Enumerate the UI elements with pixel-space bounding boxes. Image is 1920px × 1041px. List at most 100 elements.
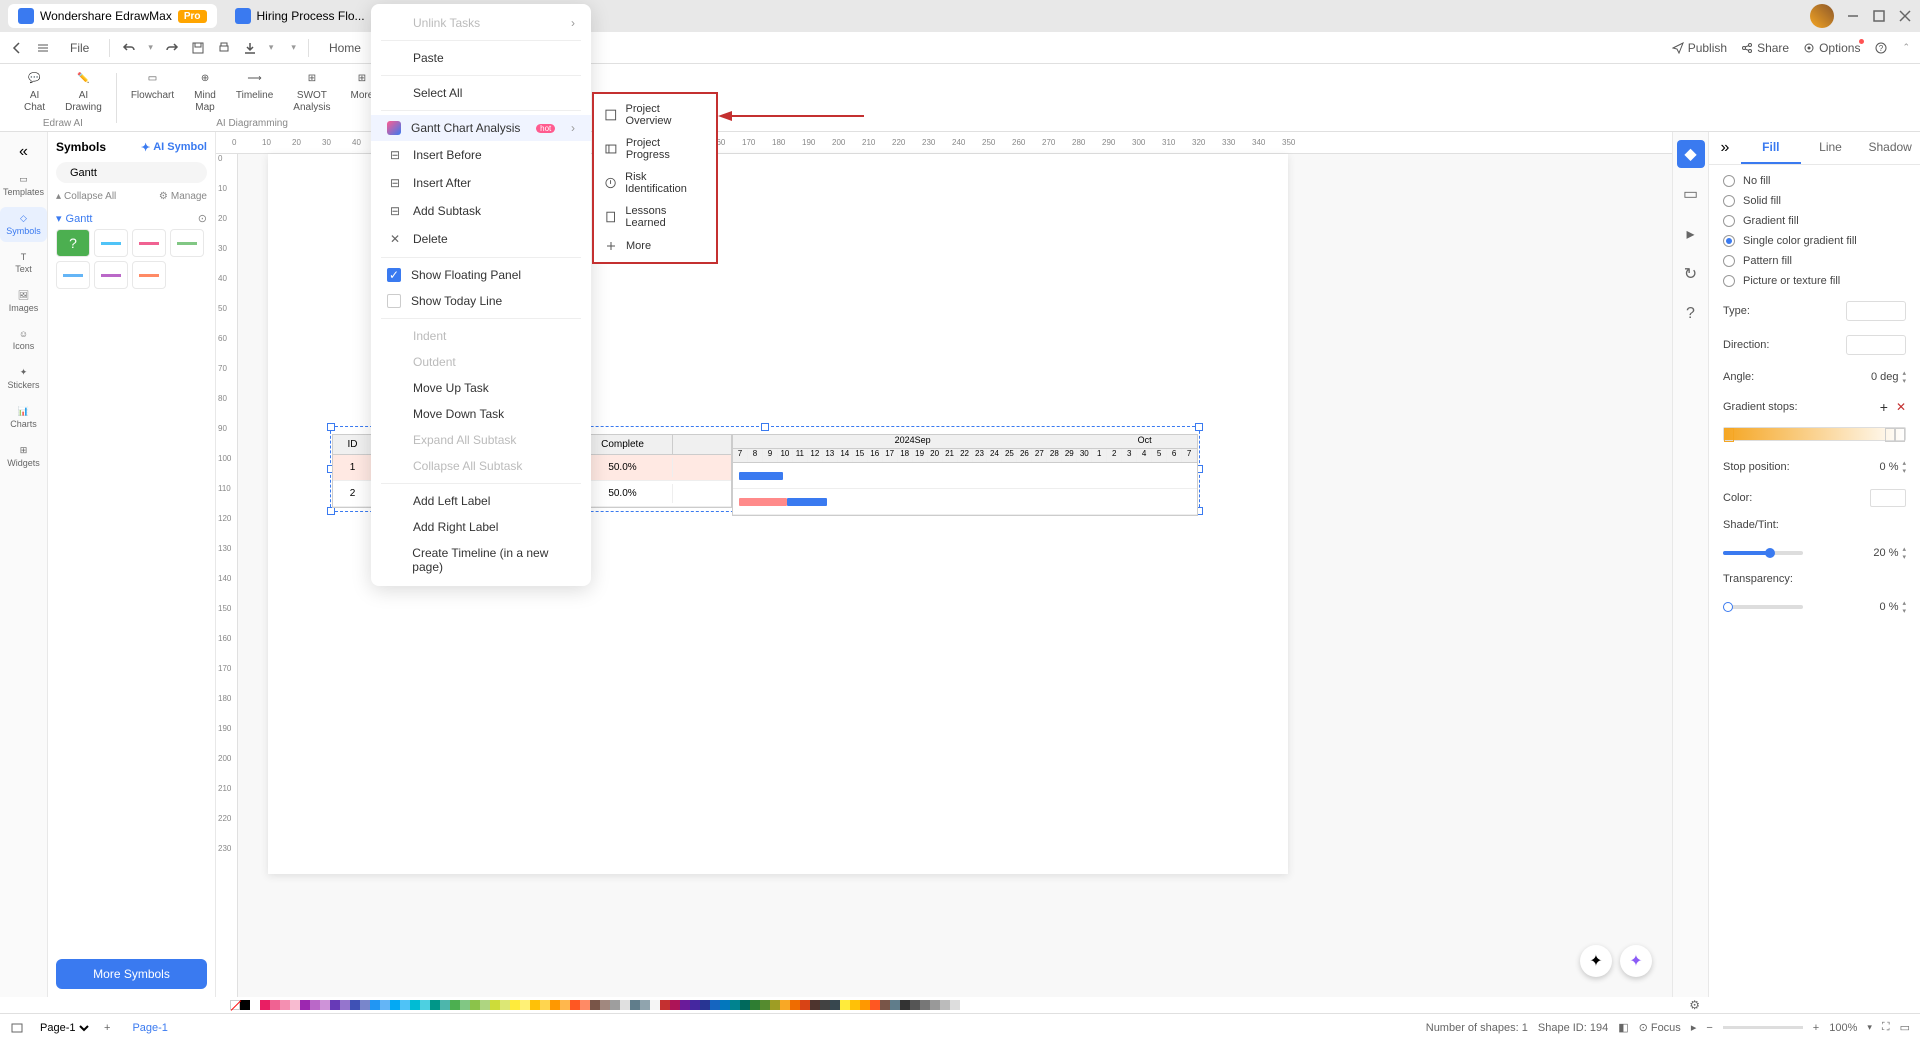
color-chip[interactable] [250, 1000, 260, 1010]
maximize-icon[interactable] [1872, 9, 1886, 23]
add-stop-icon[interactable]: + [1880, 399, 1888, 415]
zoom-out-icon[interactable]: − [1706, 1022, 1712, 1034]
single-gradient-radio[interactable]: Single color gradient fill [1723, 235, 1906, 247]
ai-symbol-link[interactable]: ✦ AI Symbol [141, 141, 207, 154]
color-chip[interactable] [860, 1000, 870, 1010]
stop-stepper[interactable]: ▴▾ [1902, 459, 1906, 475]
timeline-button[interactable]: ⟶Timeline [226, 66, 283, 116]
search-box[interactable]: ✕ [56, 162, 207, 183]
color-chip[interactable] [930, 1000, 940, 1010]
color-chip[interactable] [500, 1000, 510, 1010]
pattern-fill-radio[interactable]: Pattern fill [1723, 255, 1906, 267]
collapse-rail-icon[interactable]: « [12, 140, 36, 164]
print-icon[interactable] [217, 41, 231, 55]
zoom-slider[interactable] [1723, 1026, 1803, 1029]
color-chip[interactable] [520, 1000, 530, 1010]
color-chip[interactable] [910, 1000, 920, 1010]
play-icon[interactable]: ▸ [1691, 1021, 1697, 1034]
fit-icon[interactable]: ⛶ [1882, 1021, 1890, 1034]
paste-item[interactable]: Paste [371, 45, 591, 71]
redo-icon[interactable] [165, 41, 179, 55]
widgets-rail[interactable]: ⊞Widgets [0, 439, 47, 474]
gantt-bar[interactable] [739, 472, 783, 480]
picture-fill-radio[interactable]: Picture or texture fill [1723, 275, 1906, 287]
app-tab[interactable]: Wondershare EdrawMax Pro [8, 4, 217, 28]
transparency-slider[interactable] [1723, 605, 1803, 609]
color-chip[interactable] [570, 1000, 580, 1010]
color-chip[interactable] [540, 1000, 550, 1010]
color-chip[interactable] [680, 1000, 690, 1010]
page-select[interactable]: Page-1 [36, 1021, 92, 1035]
color-chip[interactable] [450, 1000, 460, 1010]
color-chip[interactable] [300, 1000, 310, 1010]
ai-chat-button[interactable]: 💬AI Chat [14, 66, 55, 116]
ai-drawing-button[interactable]: ✏️AI Drawing [55, 66, 112, 116]
show-floating-item[interactable]: ✓Show Floating Panel [371, 262, 591, 288]
help-rail-icon[interactable]: ? [1677, 300, 1705, 328]
project-progress-item[interactable]: Project Progress [594, 132, 716, 166]
home-menu[interactable]: Home [321, 37, 369, 59]
insert-before-item[interactable]: ⊟Insert Before [371, 141, 591, 169]
gradient-editor[interactable] [1723, 427, 1906, 441]
transparency-stepper[interactable]: ▴▾ [1902, 599, 1906, 615]
color-chip[interactable] [880, 1000, 890, 1010]
charts-rail[interactable]: 📊Charts [0, 400, 47, 435]
ai-float-button[interactable]: ✦ [1620, 945, 1652, 977]
color-chip[interactable] [280, 1000, 290, 1010]
symbols-rail[interactable]: ◇Symbols [0, 207, 47, 242]
color-chip[interactable] [720, 1000, 730, 1010]
templates-rail[interactable]: ▭Templates [0, 168, 47, 203]
gradient-fill-radio[interactable]: Gradient fill [1723, 215, 1906, 227]
select-all-item[interactable]: Select All [371, 80, 591, 106]
color-chip[interactable] [750, 1000, 760, 1010]
symbol-thumb[interactable] [94, 229, 128, 257]
color-chip[interactable] [610, 1000, 620, 1010]
add-page-button[interactable]: + [104, 1022, 110, 1034]
lessons-learned-item[interactable]: Lessons Learned [594, 200, 716, 234]
add-left-label-item[interactable]: Add Left Label [371, 488, 591, 514]
color-chip[interactable] [340, 1000, 350, 1010]
search-input[interactable] [70, 167, 212, 179]
fullscreen-icon[interactable]: ▭ [1900, 1021, 1910, 1034]
color-chip[interactable] [430, 1000, 440, 1010]
color-chip[interactable] [770, 1000, 780, 1010]
symbol-thumb[interactable] [170, 229, 204, 257]
solid-fill-radio[interactable]: Solid fill [1723, 195, 1906, 207]
line-tab[interactable]: Line [1801, 132, 1861, 164]
color-chip[interactable] [630, 1000, 640, 1010]
file-menu[interactable]: File [62, 37, 97, 59]
color-chip[interactable] [670, 1000, 680, 1010]
symbol-thumb[interactable] [94, 261, 128, 289]
insert-after-item[interactable]: ⊟Insert After [371, 169, 591, 197]
color-chip[interactable] [350, 1000, 360, 1010]
color-chip[interactable] [550, 1000, 560, 1010]
zoom-in-icon[interactable]: + [1813, 1022, 1819, 1034]
symbol-group[interactable]: ▾ Gantt⊙ [56, 212, 207, 225]
color-chip[interactable] [460, 1000, 470, 1010]
color-chip[interactable] [650, 1000, 660, 1010]
color-chip[interactable] [510, 1000, 520, 1010]
color-chip[interactable] [600, 1000, 610, 1010]
color-chip[interactable] [590, 1000, 600, 1010]
color-chip[interactable] [660, 1000, 670, 1010]
export-icon[interactable] [243, 41, 257, 55]
color-chip[interactable] [840, 1000, 850, 1010]
flowchart-button[interactable]: ▭Flowchart [121, 66, 184, 116]
color-chip[interactable] [440, 1000, 450, 1010]
direction-select[interactable] [1846, 335, 1906, 355]
expand-right-icon[interactable]: » [1709, 132, 1741, 165]
options-button[interactable]: Options [1803, 41, 1860, 55]
manage-button[interactable]: ⚙ Manage [159, 191, 207, 202]
symbol-thumb[interactable] [132, 261, 166, 289]
focus-button[interactable]: ⊙Focus [1639, 1021, 1681, 1034]
color-chip[interactable] [580, 1000, 590, 1010]
color-chip[interactable] [270, 1000, 280, 1010]
images-rail[interactable]: 🖼Images [0, 284, 47, 319]
color-chip[interactable] [380, 1000, 390, 1010]
user-avatar[interactable] [1810, 4, 1834, 28]
add-right-label-item[interactable]: Add Right Label [371, 514, 591, 540]
color-chip[interactable] [290, 1000, 300, 1010]
color-chip[interactable] [820, 1000, 830, 1010]
move-down-item[interactable]: Move Down Task [371, 401, 591, 427]
page-tab[interactable]: Page-1 [122, 1020, 177, 1036]
